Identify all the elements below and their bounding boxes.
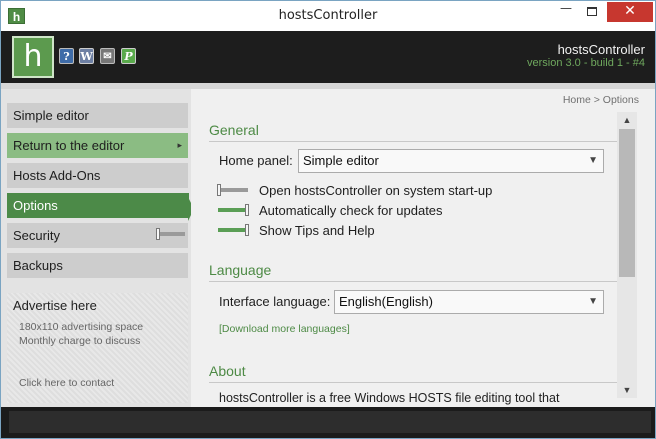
app-header: h ? W ✉ P hostsController version 3.0 - … [1,31,655,83]
sidebar-item-label: Options [13,198,58,213]
sidebar: Simple editor Return to the editor ▸ Hos… [1,89,191,407]
mail-icon[interactable]: ✉ [100,48,115,64]
startup-toggle[interactable] [217,184,248,196]
ad-contact-link[interactable]: Click here to contact [19,377,114,389]
sidebar-item-return-to-editor[interactable]: Return to the editor ▸ [7,133,188,158]
app-window: h hostsController — ✕ h ? W ✉ P hostsCon… [0,0,656,439]
app-logo: h [12,36,54,78]
ad-size-text: 180x110 advertising space [19,321,144,333]
title-bar[interactable]: h hostsController — ✕ [1,1,655,31]
interface-language-value: English(English) [339,294,433,309]
sidebar-item-label: Simple editor [13,108,89,123]
minimize-icon: — [560,1,572,15]
close-icon: ✕ [624,3,636,19]
interface-language-select[interactable]: English(English) ▼ [334,290,604,314]
help-icon[interactable]: ? [59,48,74,64]
sidebar-item-label: Return to the editor [13,138,125,153]
status-bar [1,407,655,438]
sidebar-item-options[interactable]: Options [7,193,189,218]
chevron-down-icon: ▼ [588,296,598,307]
section-title-about: About [209,363,246,379]
options-panel: Home > Options General Home panel: Simpl… [191,89,639,407]
sidebar-item-label: Security [13,228,60,243]
toggle-knob [245,204,249,216]
security-toggle[interactable] [156,228,185,240]
ad-title: Advertise here [13,298,97,313]
version-label: version 3.0 - build 1 - #4 [526,57,645,69]
chevron-right-icon: ▸ [177,140,182,150]
update-check-label: Automatically check for updates [259,203,443,218]
brand-name: hostsController [557,42,645,57]
tips-option-label: Show Tips and Help [259,223,375,238]
ad-charge-text: Monthly charge to discuss [19,335,141,347]
sidebar-item-backups[interactable]: Backups [7,253,188,278]
status-bar-inner [9,411,651,433]
section-divider [209,141,619,142]
download-languages-link[interactable]: [Download more languages] [219,323,350,335]
maximize-icon [587,7,597,16]
chevron-down-icon: ▼ [588,155,598,166]
sidebar-item-hosts-addons[interactable]: Hosts Add-Ons [7,163,188,188]
tips-toggle[interactable] [218,224,249,236]
section-title-language: Language [209,262,272,278]
options-scrollbar[interactable]: ▲ ▼ [617,112,637,398]
section-divider [209,382,619,383]
sidebar-item-security[interactable]: Security [7,223,188,248]
sidebar-item-label: Backups [13,258,63,273]
scroll-down-icon[interactable]: ▼ [617,382,637,398]
breadcrumb: Home > Options [562,94,639,106]
toggle-knob [156,228,160,240]
toggle-knob [245,224,249,236]
home-panel-select[interactable]: Simple editor ▼ [298,149,604,173]
section-title-general: General [209,122,259,138]
section-divider [209,281,619,282]
interface-language-label: Interface language: [219,294,331,309]
toggle-knob [217,184,221,196]
sidebar-item-label: Hosts Add-Ons [13,168,101,183]
about-text: hostsController is a free Windows HOSTS … [219,391,560,405]
home-panel-label: Home panel: [219,153,293,168]
startup-option-label: Open hostsController on system start-up [259,183,493,198]
close-button[interactable]: ✕ [607,2,653,22]
scroll-up-icon[interactable]: ▲ [617,112,637,128]
sidebar-item-simple-editor[interactable]: Simple editor [7,103,188,128]
ad-box[interactable]: Advertise here 180x110 advertising space… [7,293,188,403]
minimize-button[interactable]: — [553,2,579,22]
wiki-icon[interactable]: W [79,48,94,64]
update-check-toggle[interactable] [218,204,249,216]
scroll-thumb[interactable] [619,129,635,277]
maximize-button[interactable] [579,2,605,22]
home-panel-value: Simple editor [303,153,379,168]
paypal-icon[interactable]: P [121,48,136,64]
